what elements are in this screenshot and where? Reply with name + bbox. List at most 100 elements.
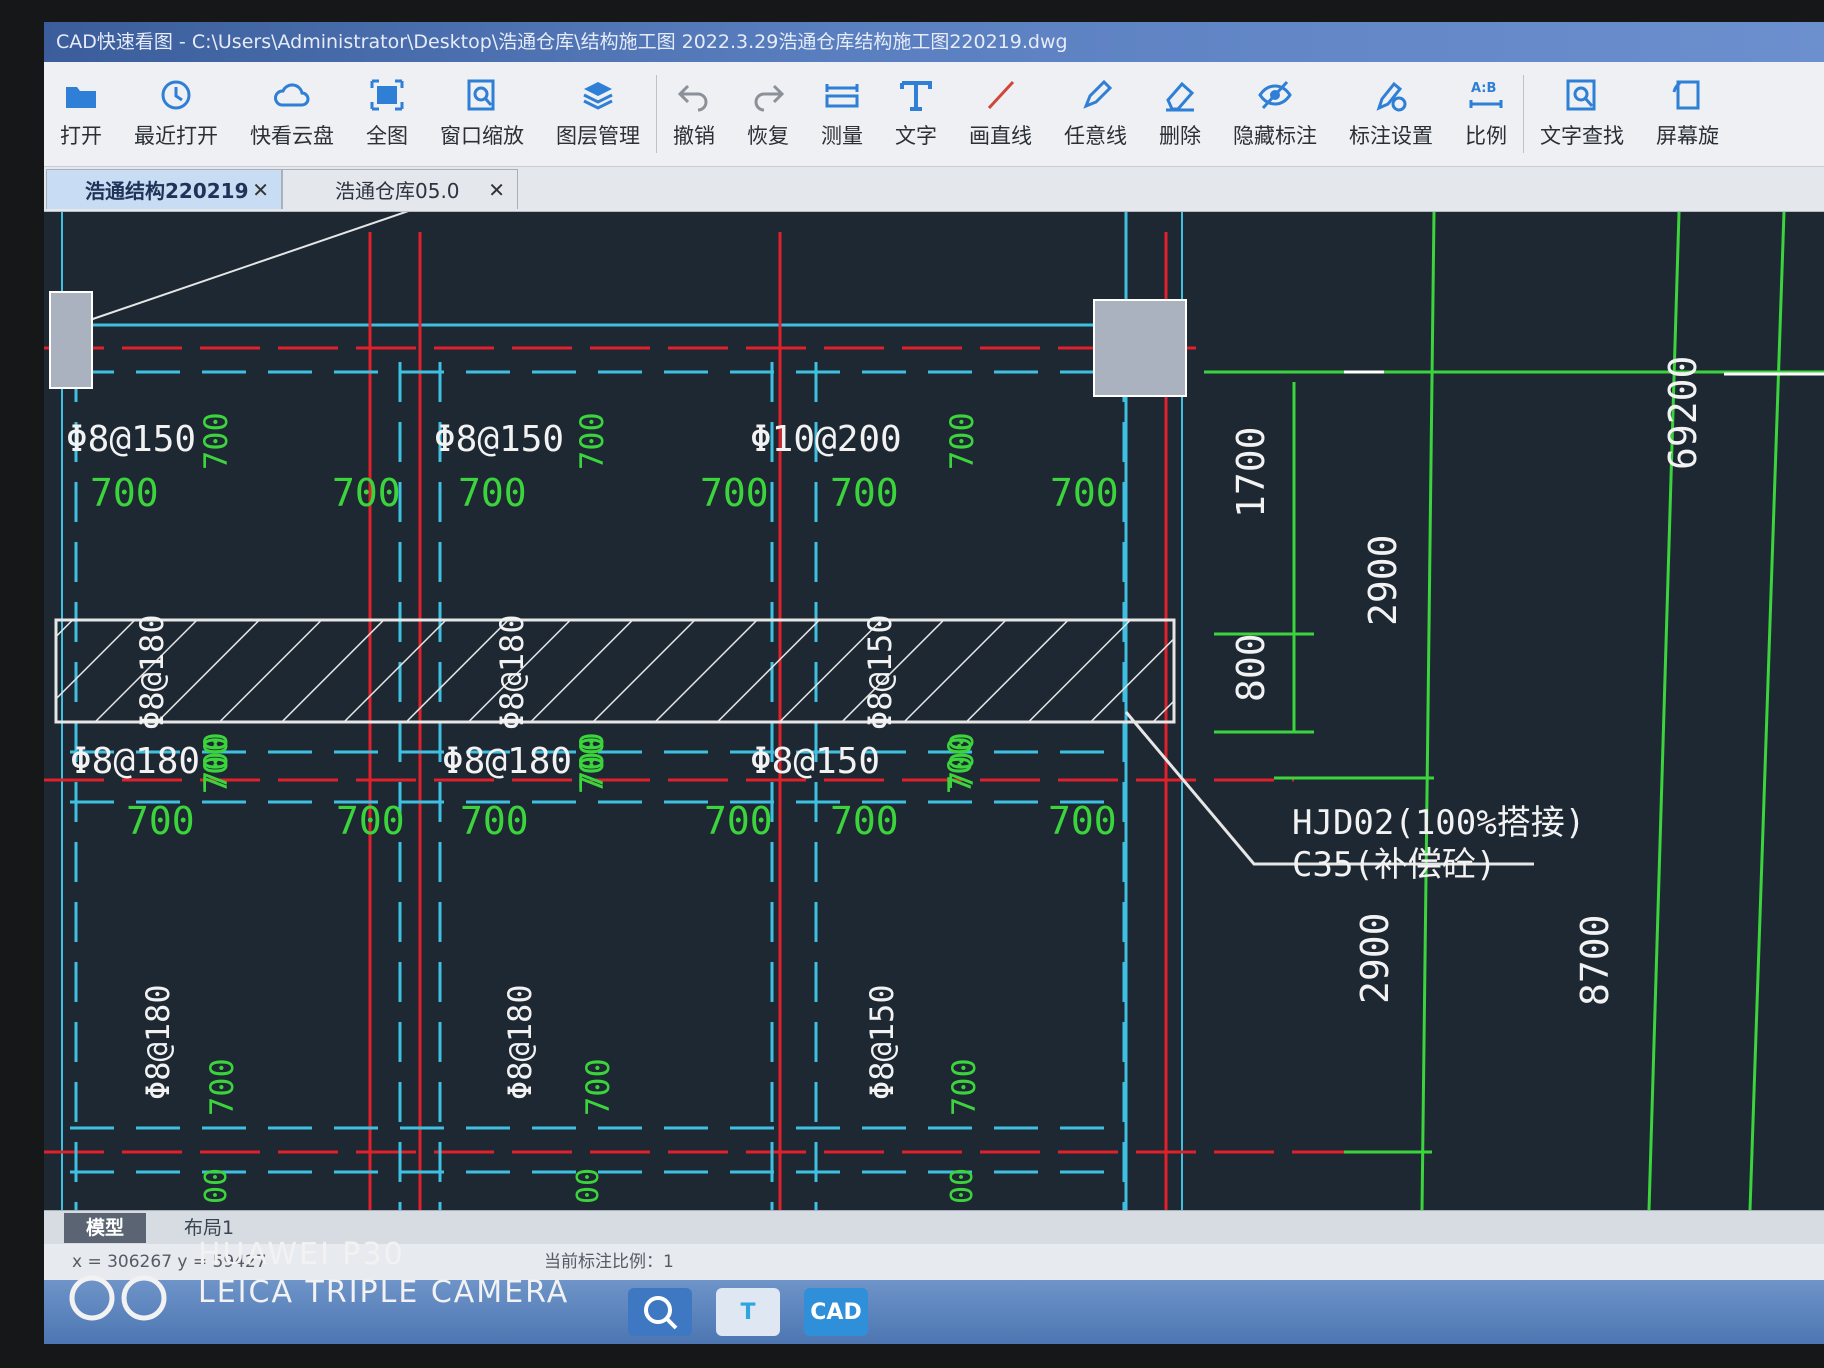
dimension-700-vertical: 700: [941, 736, 979, 794]
toolbar-button-5[interactable]: 图层管理: [540, 62, 656, 166]
toolbar-label: 删除: [1159, 124, 1201, 148]
close-icon[interactable]: ✕: [488, 178, 505, 202]
rebar-label-bottom: Φ8@150: [750, 741, 881, 782]
line-icon: [982, 78, 1020, 112]
cad-app-icon[interactable]: CAD: [804, 1288, 868, 1336]
window-zoom-icon: [463, 78, 501, 112]
rebar-label-vertical: Φ8@180: [501, 984, 539, 1100]
toolbar-label: 隐藏标注: [1233, 124, 1317, 148]
eye-slash-icon: [1256, 78, 1294, 112]
toolbar-button-6[interactable]: 撤销: [657, 62, 731, 166]
dimension-00: 00: [945, 1167, 980, 1204]
toolbar-button-7[interactable]: 恢复: [731, 62, 805, 166]
close-icon[interactable]: ✕: [252, 178, 269, 202]
toolbar-label: 测量: [821, 124, 863, 148]
dimension-700: 700: [460, 799, 529, 843]
toolbar-button-3[interactable]: 全图: [350, 62, 424, 166]
rebar-label-vertical: Φ8@150: [863, 984, 901, 1100]
dimension-700-vertical: 700: [203, 1058, 241, 1116]
dimension-700: 700: [1050, 471, 1119, 515]
document-tabs: 浩通结构220219 ✕ 浩通仓库05.0 ✕: [44, 167, 1824, 212]
toolbar-button-15[interactable]: A:B 比例: [1449, 62, 1523, 166]
dimension-700: 700: [332, 471, 401, 515]
dimension-00: 00: [571, 1167, 606, 1204]
toolbar-label: 全图: [366, 124, 408, 148]
dimension-800: 800: [1229, 633, 1273, 702]
toolbar-label: 屏幕旋: [1656, 124, 1719, 148]
toolbar-label: 打开: [60, 124, 102, 148]
rebar-label-vertical: Φ8@180: [493, 614, 531, 730]
toolbar-label: 最近打开: [134, 124, 218, 148]
rebar-label-vertical: Φ8@180: [139, 984, 177, 1100]
dimension-700-vertical: 700: [573, 412, 611, 470]
toolbar-button-12[interactable]: 删除: [1143, 62, 1217, 166]
toolbar-label: 图层管理: [556, 124, 640, 148]
dimension-1700: 1700: [1229, 426, 1273, 518]
rebar-label-vertical: Φ8@180: [133, 614, 171, 730]
tab-label: 浩通仓库05.0: [335, 179, 460, 203]
toolbar-button-17[interactable]: 屏幕旋: [1640, 62, 1735, 166]
toolbar-button-1[interactable]: 最近打开: [118, 62, 234, 166]
pen-icon: [1077, 78, 1115, 112]
watermark-model: HUAWEI P30: [198, 1237, 405, 1272]
rebar-label-top: Φ8@150: [66, 419, 197, 460]
dimension-700: 700: [90, 471, 159, 515]
toolbar-button-2[interactable]: 快看云盘: [234, 62, 350, 166]
dimension-700-vertical: 700: [197, 412, 235, 470]
toolbar-label: 画直线: [969, 124, 1032, 148]
toolbar-button-10[interactable]: 画直线: [953, 62, 1048, 166]
toolbar-button-8[interactable]: 测量: [805, 62, 879, 166]
dimension-69200: 69200: [1661, 355, 1705, 470]
find-text-icon: [1563, 78, 1601, 112]
column-left: [49, 291, 93, 389]
tab-model[interactable]: 模型: [64, 1213, 147, 1243]
tab-haotong-warehouse[interactable]: 浩通仓库05.0 ✕: [282, 169, 518, 209]
dimension-700: 700: [126, 799, 195, 843]
dimension-700-vertical: 700: [573, 736, 611, 794]
text-app-icon[interactable]: T: [716, 1288, 780, 1336]
dimension-2900: 2900: [1353, 912, 1397, 1004]
toolbar-label: 文字: [895, 124, 937, 148]
drawing-canvas[interactable]: Φ8@150 Φ8@150 Φ10@200 Φ8@180 Φ8@180 Φ8@150 Φ8@…: [44, 212, 1824, 1210]
screen: CAD快速看图 - C:\Users\Administrator\Desktop…: [44, 22, 1824, 1344]
taskbar-app-search[interactable]: [628, 1288, 692, 1336]
ratio-icon: A:B: [1467, 78, 1505, 112]
toolbar-button-4[interactable]: 窗口缩放: [424, 62, 540, 166]
dimension-700-vertical: 700: [197, 736, 235, 794]
toolbar-label: 文字查找: [1540, 124, 1624, 148]
dimension-700: 700: [704, 799, 773, 843]
text-t-icon: [897, 78, 935, 112]
cloud-icon: [273, 78, 311, 112]
watermark-camera: LEICA TRIPLE CAMERA: [198, 1275, 570, 1310]
clock-icon: [157, 78, 195, 112]
post-pour-strip: [54, 618, 1176, 724]
layers-icon: [579, 78, 617, 112]
dimension-700: 700: [1048, 799, 1117, 843]
concrete-note: C35(补偿砼): [1292, 845, 1497, 885]
dimension-700: 700: [336, 799, 405, 843]
toolbar-label: 撤销: [673, 124, 715, 148]
rebar-label-bottom: Φ8@180: [442, 741, 573, 782]
folder-icon: [62, 78, 100, 112]
joint-note: HJD02(100%搭接): [1292, 803, 1586, 843]
toolbar-button-0[interactable]: 打开: [44, 62, 118, 166]
dimension-700-vertical: 700: [945, 1058, 983, 1116]
dimension-700-vertical: 700: [579, 1058, 617, 1116]
window-title: CAD快速看图 - C:\Users\Administrator\Desktop…: [44, 22, 1824, 62]
ruler-icon: [823, 78, 861, 112]
toolbar-button-9[interactable]: 文字: [879, 62, 953, 166]
tab-haotong-structure[interactable]: 浩通结构220219 ✕: [46, 169, 282, 209]
rebar-label-bottom: Φ8@180: [70, 741, 201, 782]
toolbar-button-11[interactable]: 任意线: [1048, 62, 1143, 166]
toolbar-label: 标注设置: [1349, 124, 1433, 148]
column-right: [1093, 299, 1187, 397]
toolbar-button-13[interactable]: 隐藏标注: [1217, 62, 1333, 166]
monitor-frame: CAD快速看图 - C:\Users\Administrator\Desktop…: [0, 0, 1824, 1368]
toolbar-button-14[interactable]: 标注设置: [1333, 62, 1449, 166]
fit-all-icon: [368, 78, 406, 112]
pen-gear-icon: [1372, 78, 1410, 112]
toolbar-button-16[interactable]: 文字查找: [1524, 62, 1640, 166]
dimension-00: 00: [199, 1167, 234, 1204]
eraser-icon: [1161, 78, 1199, 112]
camera-logo-icon: [69, 1275, 167, 1321]
